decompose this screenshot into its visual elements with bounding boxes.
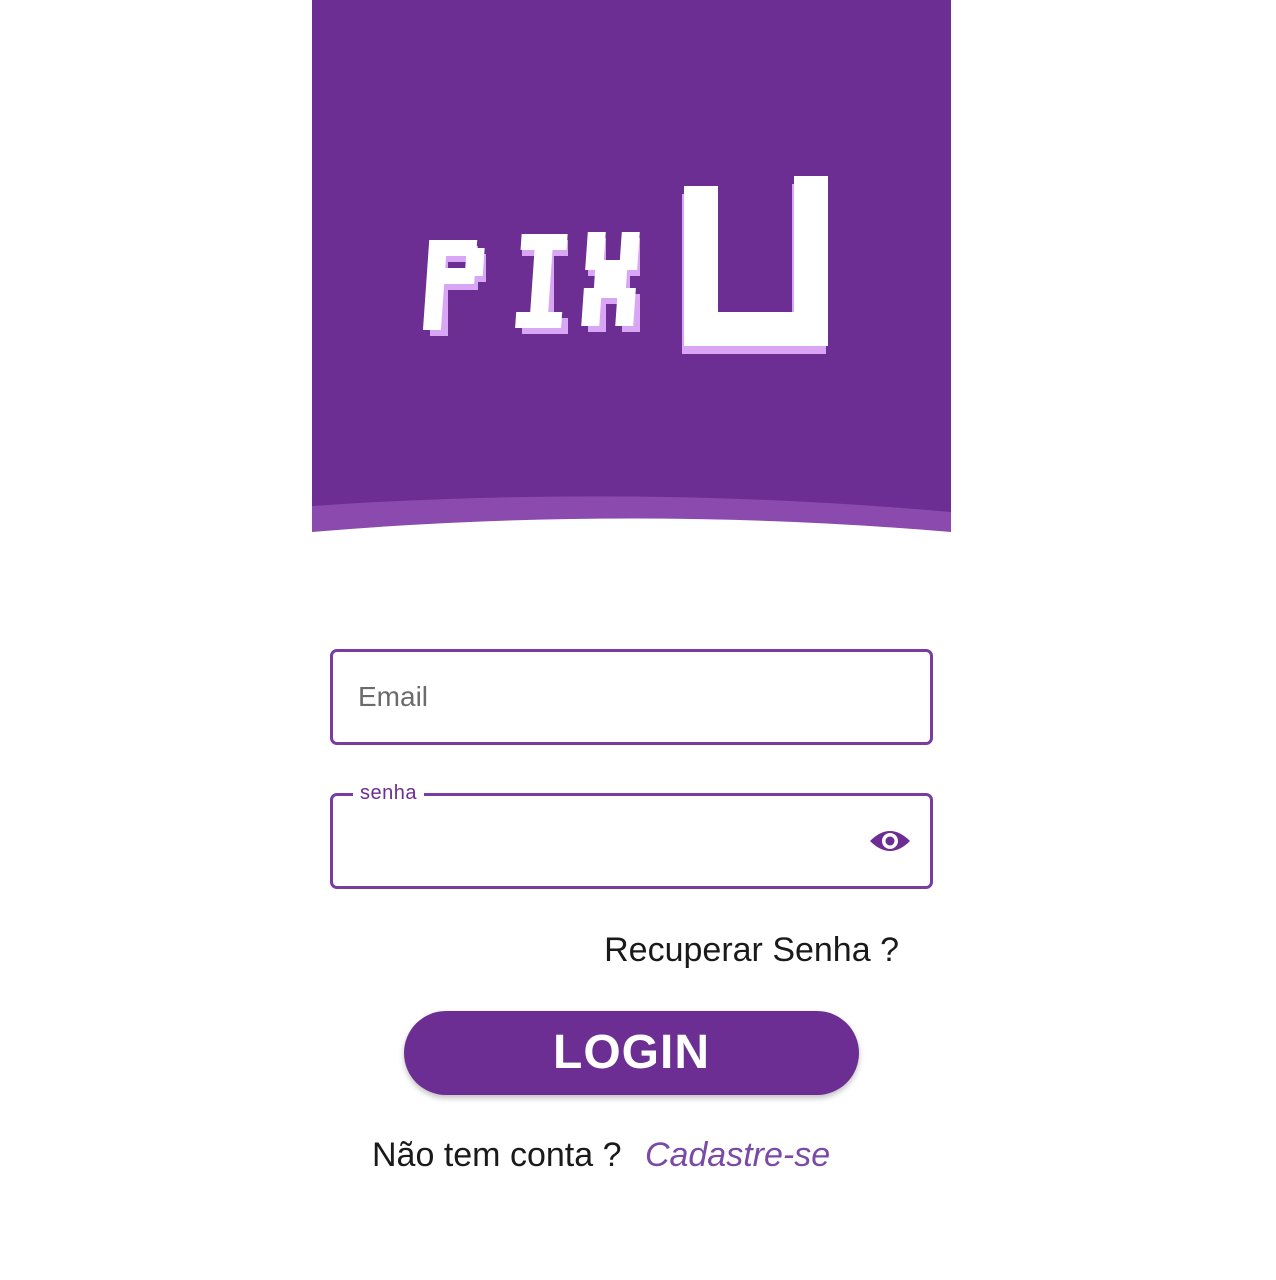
login-button[interactable]: LOGIN <box>404 1011 859 1095</box>
signup-prompt: Não tem conta ? <box>372 1136 622 1174</box>
email-field[interactable] <box>330 649 933 745</box>
signup-row: Não tem conta ? Cadastre-se <box>372 1136 830 1175</box>
signup-link[interactable]: Cadastre-se <box>645 1136 830 1174</box>
login-screen: senha Recuperar Senha ? LOGIN Não tem co… <box>312 0 951 1280</box>
eye-icon[interactable] <box>867 823 913 859</box>
pixu-logo <box>422 176 828 354</box>
password-field[interactable]: senha <box>330 781 933 889</box>
recover-password-link[interactable]: Recuperar Senha ? <box>604 931 899 970</box>
header-banner <box>312 0 951 540</box>
email-input[interactable] <box>358 652 878 742</box>
password-input[interactable] <box>358 796 878 886</box>
